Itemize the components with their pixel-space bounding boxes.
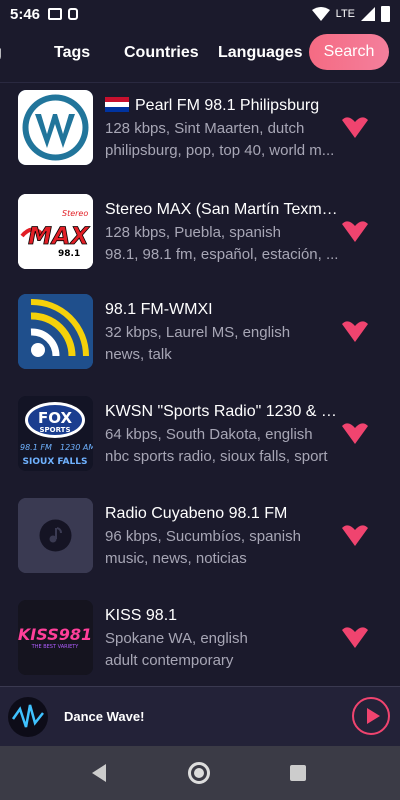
svg-text:MAX: MAX — [28, 222, 90, 250]
system-nav-bar — [0, 746, 400, 800]
station-row[interactable]: FOX SPORTS 98.1 FM 1230 AM SIOUX FALLS K… — [0, 396, 400, 486]
favorite-heart-icon[interactable] — [340, 626, 370, 650]
svg-text:98.1 FM: 98.1 FM — [20, 443, 52, 452]
home-icon[interactable] — [188, 762, 210, 784]
station-logo: Stereo MAX 98.1 — [18, 194, 93, 269]
mini-player[interactable]: Dance Wave! — [0, 686, 400, 746]
wave-icon — [11, 704, 44, 728]
station-row[interactable]: Radio Cuyabeno 98.1 FM 96 kbps, Sucumbío… — [0, 498, 400, 588]
favorite-heart-icon[interactable] — [340, 116, 370, 140]
wifi-icon — [311, 7, 330, 21]
player-title: Dance Wave! — [64, 709, 145, 724]
tab-search[interactable]: Search — [309, 34, 389, 70]
svg-text:FOX: FOX — [38, 409, 72, 427]
player-station-logo — [8, 697, 48, 737]
station-row[interactable]: KISS981 THE BEST VARIETY KISS 98.1 Spoka… — [0, 600, 400, 690]
station-title: Stereo MAX (San Martín Texmelu... — [105, 201, 345, 218]
station-tags: adult contemporary — [105, 652, 234, 669]
battery-icon — [381, 6, 390, 22]
station-tags: nbc sports radio, sioux falls, sport — [105, 448, 328, 465]
station-tags: philipsburg, pop, top 40, world m... — [105, 142, 335, 159]
svg-text:Stereo: Stereo — [62, 209, 88, 218]
music-note-icon — [18, 498, 93, 573]
station-row[interactable]: 98.1 FM-WMXI 32 kbps, Laurel MS, english… — [0, 294, 400, 384]
play-button[interactable] — [352, 697, 390, 735]
fox-sports-logo: FOX SPORTS 98.1 FM 1230 AM SIOUX FALLS — [18, 396, 93, 471]
tab-countries[interactable]: Countries — [124, 44, 199, 62]
station-logo: FOX SPORTS 98.1 FM 1230 AM SIOUX FALLS — [18, 396, 93, 471]
station-logo: KISS981 THE BEST VARIETY — [18, 600, 93, 675]
station-row[interactable]: Pearl FM 98.1 Philipsburg 128 kbps, Sint… — [0, 90, 400, 180]
network-type: LTE — [335, 8, 355, 20]
kiss-logo: KISS981 THE BEST VARIETY — [18, 600, 93, 675]
station-title: Pearl FM 98.1 Philipsburg — [105, 97, 345, 115]
station-info: 128 kbps, Sint Maarten, dutch — [105, 120, 305, 137]
category-tabs: g Tags Countries Languages Search — [0, 32, 400, 74]
svg-text:THE BEST VARIETY: THE BEST VARIETY — [31, 644, 80, 650]
tab-tags[interactable]: Tags — [54, 44, 90, 62]
station-title: Radio Cuyabeno 98.1 FM — [105, 505, 288, 522]
station-title: KWSN "Sports Radio" 1230 & 98.... — [105, 403, 345, 420]
svg-text:SIOUX FALLS: SIOUX FALLS — [23, 457, 88, 467]
rss-icon — [18, 294, 93, 369]
favorite-heart-icon[interactable] — [340, 320, 370, 344]
signal-icon — [361, 7, 375, 21]
station-tags: news, talk — [105, 346, 172, 363]
station-title: KISS 98.1 — [105, 607, 178, 624]
station-tags: 98.1, 98.1 fm, español, estación, ... — [105, 246, 339, 263]
clock: 5:46 — [10, 5, 41, 23]
favorite-heart-icon[interactable] — [340, 422, 370, 446]
wordpress-icon — [18, 90, 93, 165]
recent-apps-icon[interactable] — [290, 765, 306, 781]
tab-partial[interactable]: g — [0, 44, 2, 62]
sd-card-icon — [68, 8, 79, 20]
stereo-max-logo: Stereo MAX 98.1 — [18, 194, 93, 269]
station-tags: music, news, noticias — [105, 550, 247, 567]
station-logo — [18, 294, 93, 369]
station-logo — [18, 498, 93, 573]
svg-text:1230 AM: 1230 AM — [60, 443, 93, 452]
station-row[interactable]: Stereo MAX 98.1 Stereo MAX (San Martín T… — [0, 194, 400, 284]
netherlands-flag-icon — [105, 97, 129, 112]
station-title: 98.1 FM-WMXI — [105, 301, 213, 318]
tab-languages[interactable]: Languages — [218, 44, 302, 62]
favorite-heart-icon[interactable] — [340, 220, 370, 244]
status-bar: 5:46 LTE — [0, 0, 400, 28]
back-icon[interactable] — [92, 764, 106, 782]
svg-text:98.1: 98.1 — [58, 249, 80, 259]
station-info: 96 kbps, Sucumbíos, spanish — [105, 528, 301, 545]
notification-icon — [48, 8, 63, 20]
station-info: Spokane WA, english — [105, 630, 248, 647]
svg-text:SPORTS: SPORTS — [39, 426, 70, 434]
svg-text:KISS981: KISS981 — [18, 625, 92, 644]
station-info: 64 kbps, South Dakota, english — [105, 426, 313, 443]
tabs-divider — [0, 82, 400, 83]
favorite-heart-icon[interactable] — [340, 524, 370, 548]
station-info: 128 kbps, Puebla, spanish — [105, 224, 281, 241]
station-logo — [18, 90, 93, 165]
station-info: 32 kbps, Laurel MS, english — [105, 324, 291, 341]
